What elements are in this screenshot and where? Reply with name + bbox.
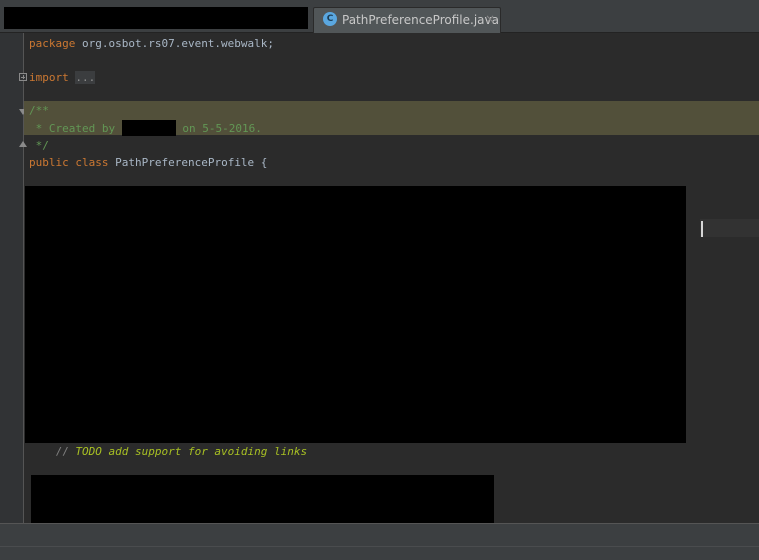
package-name: org.osbot.rs07.event.webwalk; <box>75 37 275 50</box>
package-line: package org.osbot.rs07.event.webwalk; <box>29 35 274 52</box>
code-editor[interactable]: package org.osbot.rs07.event.webwalk; im… <box>24 33 759 523</box>
doc-open-line: /** <box>29 104 49 117</box>
java-class-icon: C <box>323 12 337 26</box>
tab-path-preference-profile[interactable]: C PathPreferenceProfile.java × <box>313 7 501 33</box>
comment-prefix: // <box>29 445 76 458</box>
import-keyword: import <box>29 71 69 84</box>
redacted-code-block-2 <box>31 475 494 523</box>
class-keyword: public class <box>29 156 109 169</box>
todo-text: TODO add support for avoiding links <box>75 445 308 458</box>
editor-gutter <box>0 33 27 523</box>
class-name: PathPreferenceProfile { <box>108 156 268 169</box>
redacted-author <box>121 120 176 136</box>
import-line: import ... <box>29 69 96 86</box>
doc-author-line: * Created by on 5-5-2016. <box>29 120 262 137</box>
doc-created-by: * Created by <box>29 122 122 135</box>
status-divider <box>0 546 759 547</box>
redacted-code-block <box>25 186 686 443</box>
text-caret <box>701 221 703 237</box>
tab-label: PathPreferenceProfile.java <box>342 13 499 27</box>
redacted-tab <box>4 7 308 29</box>
folded-imports[interactable]: ... <box>75 71 96 84</box>
class-declaration-line: public class PathPreferenceProfile { <box>29 154 267 171</box>
status-bar <box>0 523 759 560</box>
todo-comment-line: // TODO add support for avoiding links <box>29 443 307 460</box>
doc-date: on 5-5-2016. <box>175 122 262 135</box>
editor-tab-bar: C PathPreferenceProfile.java × <box>0 0 759 33</box>
package-keyword: package <box>29 37 76 50</box>
doc-close-line: */ <box>29 139 49 152</box>
caret-line-highlight <box>700 219 759 237</box>
close-tab-icon[interactable]: × <box>485 12 495 26</box>
